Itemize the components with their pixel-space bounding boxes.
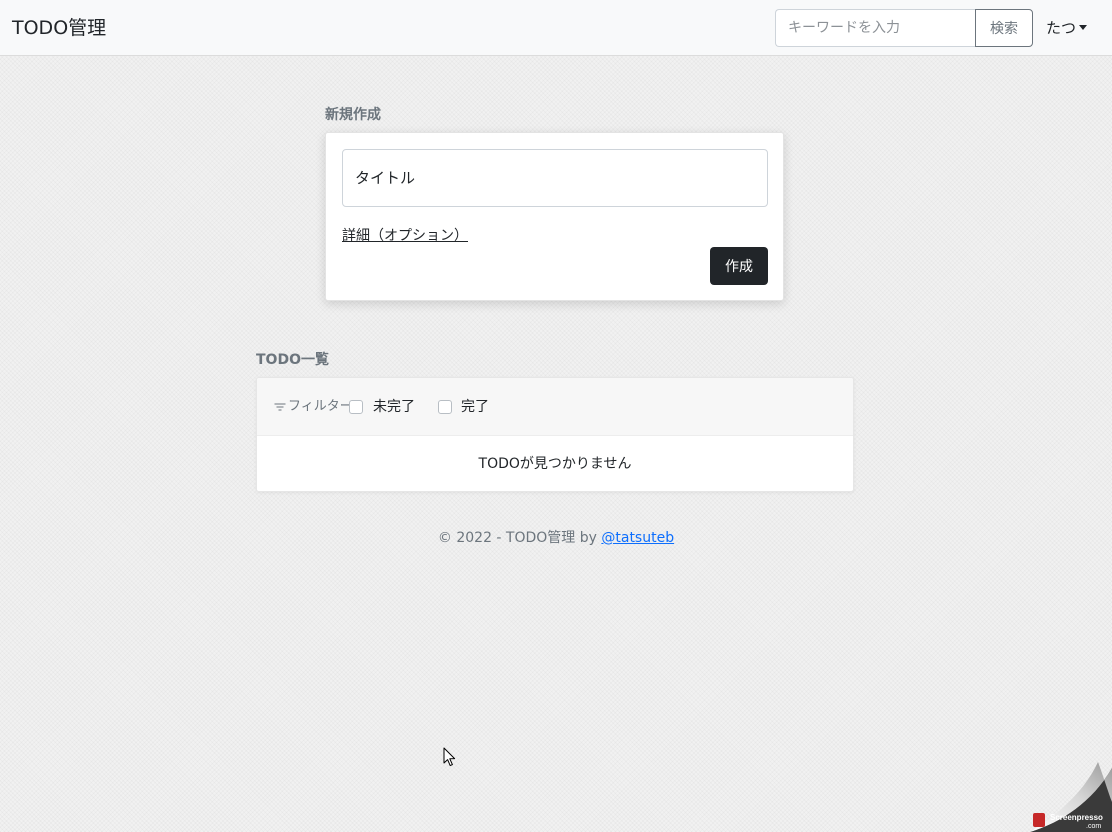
filter-complete-checkbox[interactable]: [438, 400, 452, 414]
filter-icon: [274, 403, 286, 411]
filter-label: フィルター: [288, 399, 353, 414]
watermark-suffix: .com: [1086, 823, 1102, 830]
todo-list-card: フィルター 未完了 完了 TODOが見つかりません: [256, 377, 854, 492]
search-button[interactable]: 検索: [975, 9, 1033, 47]
navbar-brand[interactable]: TODO管理: [12, 15, 106, 41]
user-menu-label: たつ: [1046, 19, 1077, 37]
new-todo-heading: 新規作成: [325, 107, 381, 123]
filter-bar: フィルター 未完了 完了: [257, 378, 853, 436]
detail-option-link[interactable]: 詳細（オプション）: [342, 226, 468, 246]
caret-down-icon: [1079, 25, 1088, 30]
create-button[interactable]: 作成: [710, 247, 768, 285]
search-input[interactable]: [775, 9, 976, 47]
footer-text: © 2022 - TODO管理 by: [437, 530, 602, 546]
footer: © 2022 - TODO管理 by @tatsuteb: [0, 528, 1112, 548]
filter-complete-label[interactable]: 完了: [461, 397, 489, 417]
watermark-brand: Screenpresso: [1050, 813, 1103, 822]
screenpresso-watermark: Screenpresso .com: [1030, 810, 1112, 832]
user-menu-dropdown[interactable]: たつ: [1046, 17, 1088, 39]
title-input[interactable]: [342, 149, 768, 207]
filter-incomplete-checkbox[interactable]: [349, 400, 363, 414]
navbar: TODO管理 検索 たつ: [0, 0, 1112, 56]
filter-incomplete-label[interactable]: 未完了: [373, 397, 415, 417]
footer-author-link[interactable]: @tatsuteb: [601, 530, 674, 546]
empty-message: TODOが見つかりません: [478, 456, 632, 472]
screenpresso-logo-icon: [1033, 813, 1045, 827]
todo-list-heading: TODO一覧: [256, 352, 329, 368]
mouse-cursor-icon: [443, 747, 456, 767]
new-todo-card: 詳細（オプション） 作成: [325, 132, 784, 301]
